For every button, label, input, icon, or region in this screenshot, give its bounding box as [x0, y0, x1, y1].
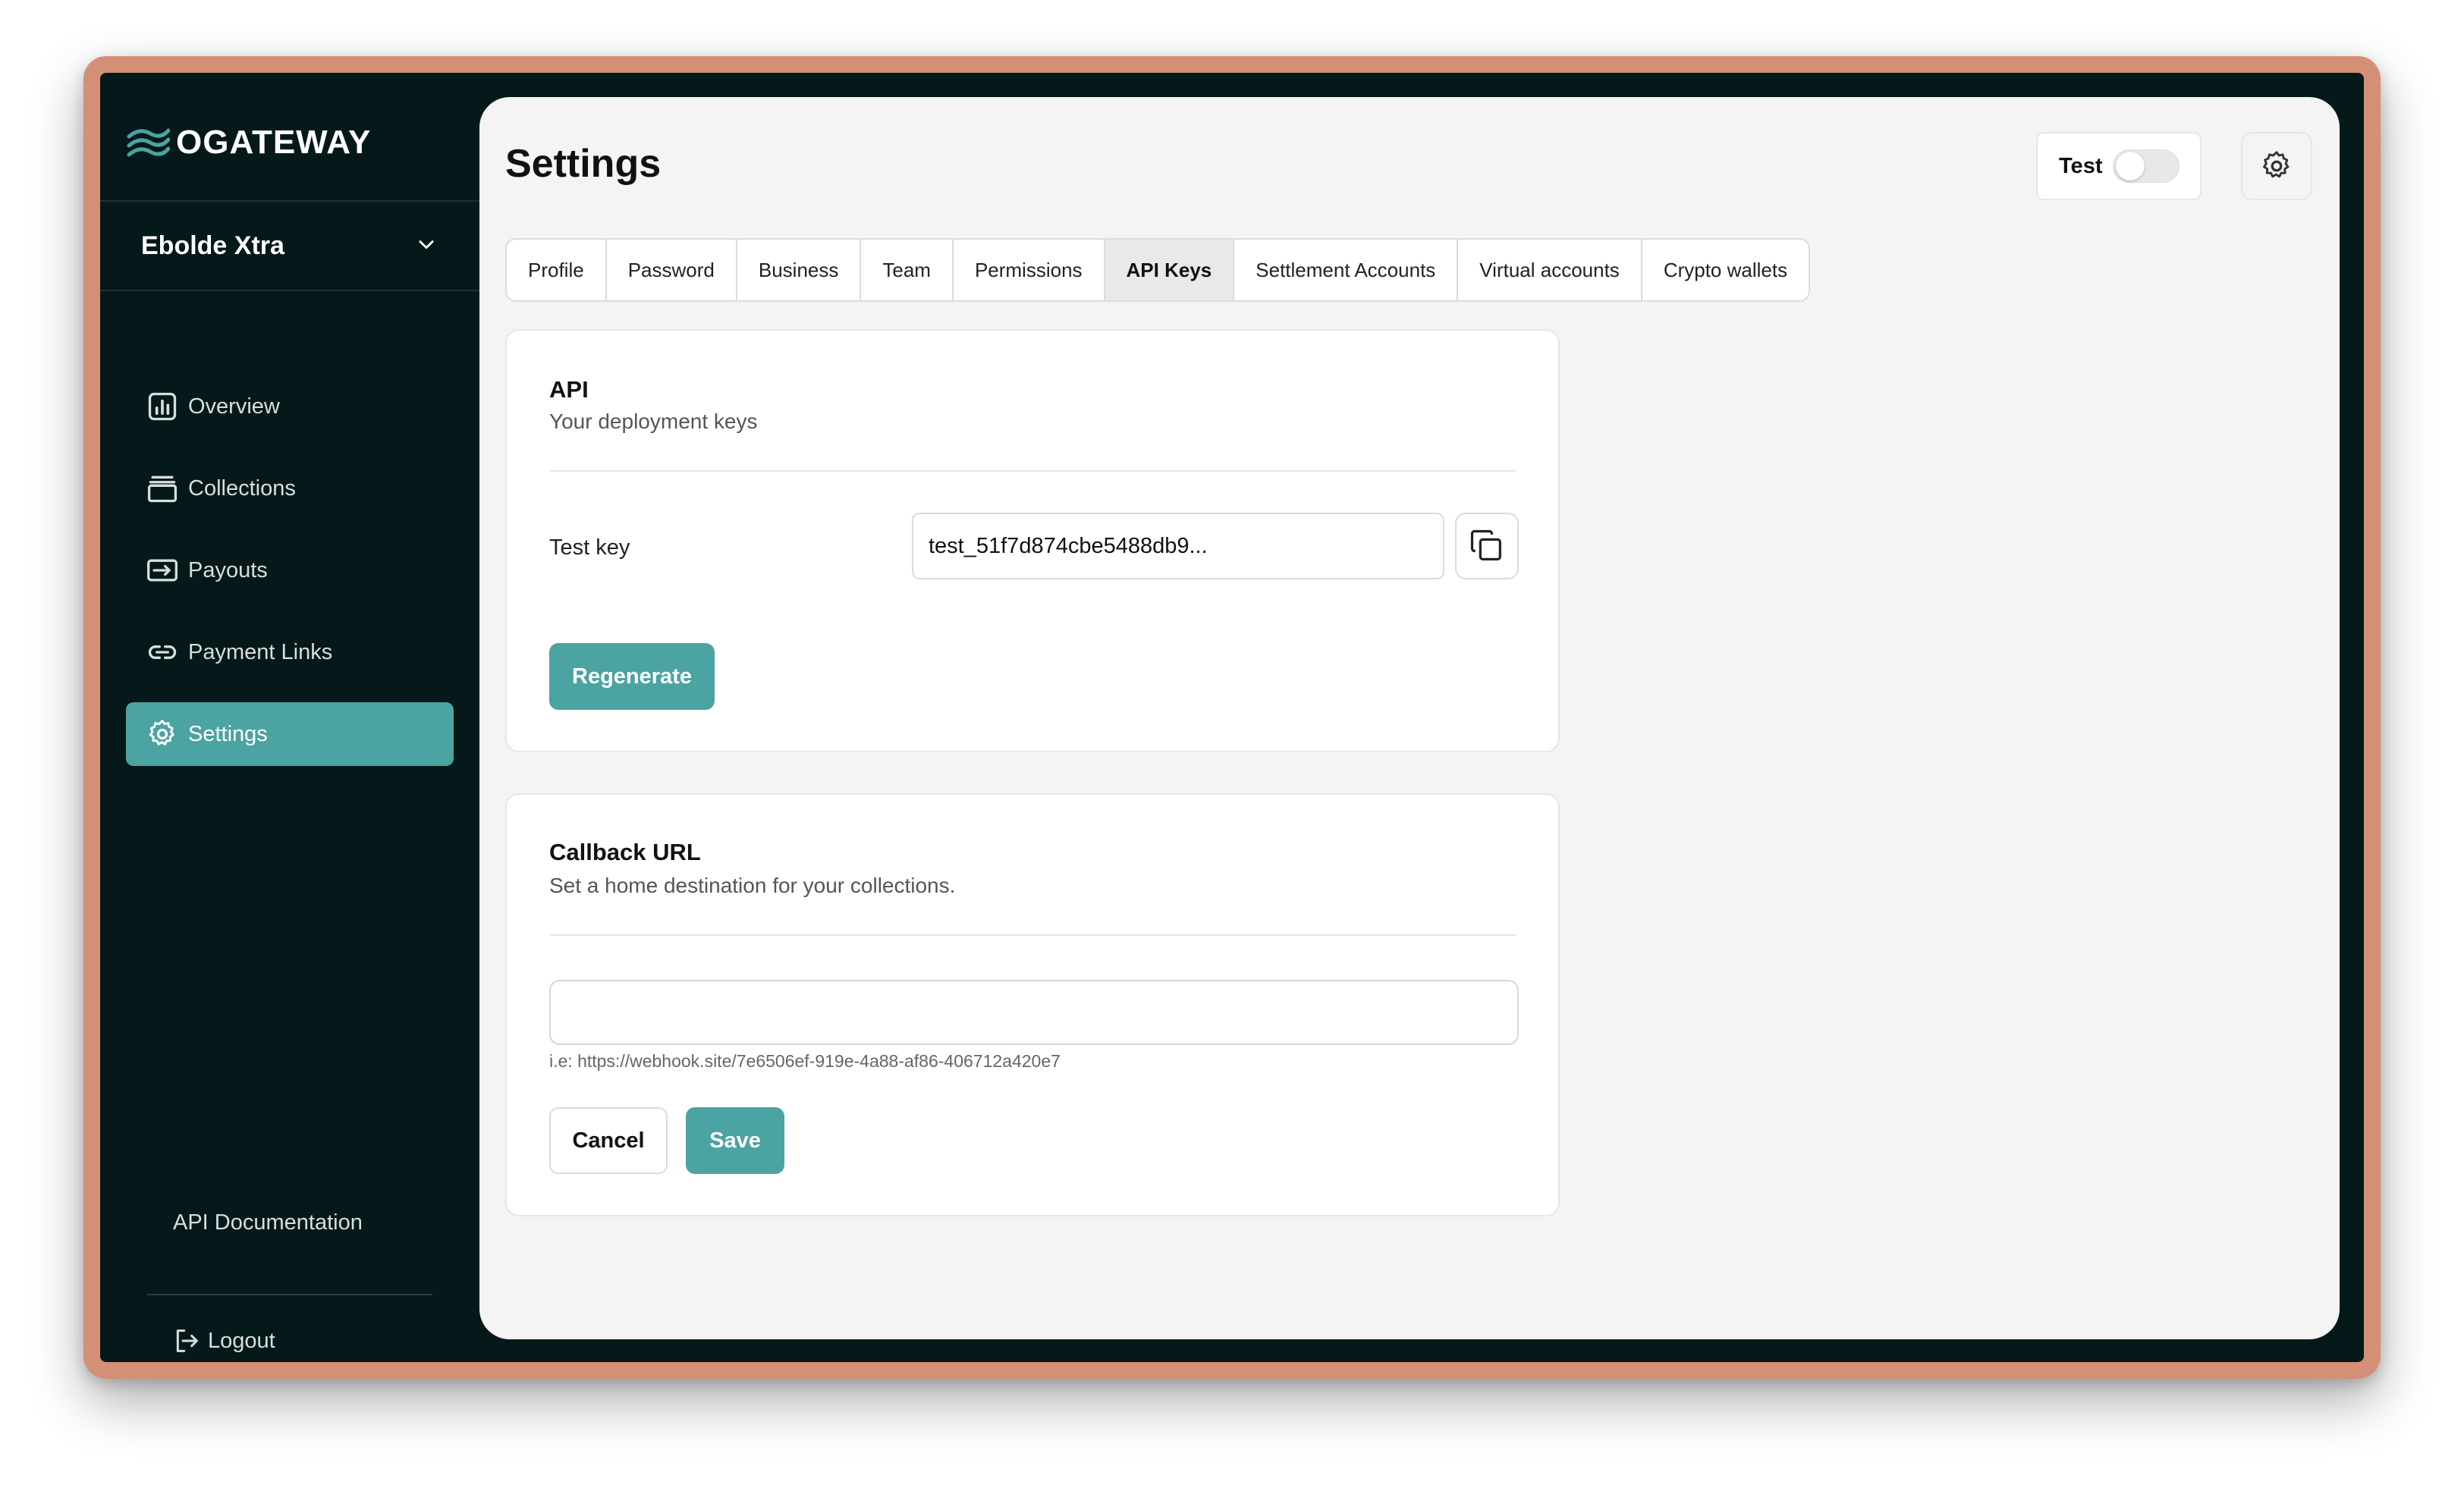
card-divider — [549, 470, 1516, 472]
payouts-icon — [144, 552, 181, 589]
cancel-button[interactable]: Cancel — [549, 1107, 668, 1174]
switch-knob — [2116, 152, 2145, 180]
sidebar-item-label: Settings — [188, 721, 268, 746]
page-title: Settings — [505, 142, 662, 186]
sidebar-item-collections[interactable]: Collections — [126, 457, 454, 520]
tab-api-keys[interactable]: API Keys — [1105, 240, 1235, 300]
app-window: OGATEWAY Ebolde Xtra Overview Collection… — [100, 73, 2364, 1362]
sidebar-item-label: Payouts — [188, 557, 268, 582]
tab-settlement-accounts[interactable]: Settlement Accounts — [1234, 240, 1459, 300]
card-divider — [549, 934, 1516, 936]
business-switcher[interactable]: Ebolde Xtra — [100, 202, 479, 290]
chevron-down-icon — [416, 234, 437, 259]
sidebar-divider — [100, 290, 479, 291]
sidebar-item-overview[interactable]: Overview — [126, 375, 454, 438]
copy-key-button[interactable] — [1455, 513, 1519, 579]
gear-icon — [144, 716, 181, 752]
brand-logo[interactable]: OGATEWAY — [126, 120, 371, 165]
sidebar-item-label: Payment Links — [188, 639, 333, 664]
test-key-label: Test key — [549, 535, 630, 560]
save-button[interactable]: Save — [686, 1107, 784, 1174]
test-key-field[interactable]: test_51f7d874cbe5488db9... — [912, 513, 1444, 579]
sidebar-nav: Overview Collections Payouts Payment Lin… — [126, 375, 454, 784]
sidebar-item-payment-links[interactable]: Payment Links — [126, 620, 454, 684]
callback-card-subtitle: Set a home destination for your collecti… — [549, 874, 956, 897]
callback-url-input[interactable] — [549, 980, 1519, 1045]
waves-logo-icon — [127, 128, 170, 157]
sidebar-item-label: Collections — [188, 476, 296, 501]
sidebar-item-settings[interactable]: Settings — [126, 702, 454, 766]
logout-button[interactable]: Logout — [171, 1326, 275, 1356]
callback-url-card: Callback URL Set a home destination for … — [505, 793, 1560, 1216]
tab-profile[interactable]: Profile — [507, 240, 607, 300]
main-panel: Settings Test Profile Password Business … — [479, 97, 2340, 1339]
collections-icon — [144, 470, 181, 507]
copy-icon — [1470, 529, 1501, 560]
settings-gear-button[interactable] — [2241, 132, 2312, 200]
tab-crypto-wallets[interactable]: Crypto wallets — [1642, 240, 1809, 300]
tab-password[interactable]: Password — [607, 240, 737, 300]
tab-permissions[interactable]: Permissions — [954, 240, 1105, 300]
callback-card-title: Callback URL — [549, 839, 701, 865]
brand-name: OGATEWAY — [176, 124, 372, 161]
tab-virtual-accounts[interactable]: Virtual accounts — [1458, 240, 1642, 300]
gear-icon — [2263, 151, 2290, 178]
link-icon — [144, 634, 181, 670]
api-keys-card: API Your deployment keys Test key test_5… — [505, 329, 1560, 752]
business-name: Ebolde Xtra — [141, 231, 284, 260]
api-card-title: API — [549, 376, 589, 403]
test-mode-toggle: Test — [2036, 132, 2202, 200]
test-mode-switch[interactable] — [2113, 149, 2180, 183]
tab-team[interactable]: Team — [861, 240, 954, 300]
callback-url-hint: i.e: https://webhook.site/7e6506ef-919e-… — [549, 1051, 1061, 1071]
api-documentation-link[interactable]: API Documentation — [173, 1210, 363, 1235]
bar-chart-icon — [144, 388, 181, 425]
mode-label: Test — [2059, 153, 2103, 178]
sidebar-item-label: Overview — [188, 394, 280, 419]
api-card-subtitle: Your deployment keys — [549, 410, 758, 433]
settings-tabs: Profile Password Business Team Permissio… — [505, 238, 1811, 302]
tab-business[interactable]: Business — [737, 240, 862, 300]
regenerate-button[interactable]: Regenerate — [549, 643, 715, 710]
sidebar-item-payouts[interactable]: Payouts — [126, 538, 454, 602]
sidebar-divider — [147, 1294, 432, 1295]
logout-label: Logout — [208, 1328, 275, 1353]
logout-icon — [176, 1329, 198, 1352]
